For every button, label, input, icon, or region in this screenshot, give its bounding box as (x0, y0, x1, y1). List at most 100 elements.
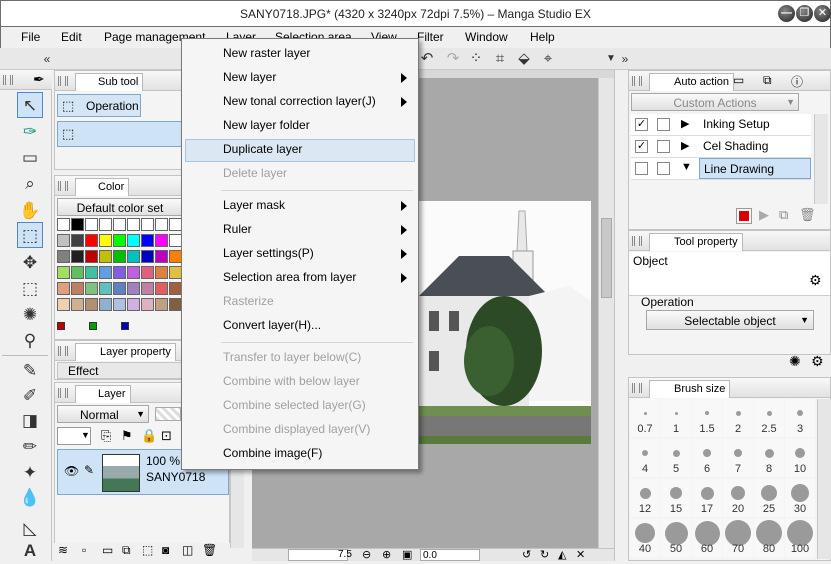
color-swatch[interactable] (141, 218, 154, 231)
action-dialog-checkbox[interactable] (657, 162, 670, 175)
menu-window[interactable]: Window (465, 30, 508, 44)
action-scrollbar[interactable] (814, 114, 828, 204)
color-swatch[interactable] (155, 218, 168, 231)
color-swatch[interactable] (155, 266, 168, 279)
fit-icon[interactable]: ▣ (402, 548, 412, 561)
pen-tool-icon[interactable]: ✑ (17, 119, 43, 145)
sparkle-tool-icon[interactable]: ✦ (17, 460, 43, 486)
ruler-icon[interactable]: ◫ (182, 543, 193, 557)
color-swatch[interactable] (127, 218, 140, 231)
color-swatch[interactable] (57, 282, 70, 295)
tab-tool-property[interactable]: Tool property (649, 233, 743, 251)
canvas-vertical-scrollbar[interactable] (598, 78, 614, 548)
pen-nib-icon[interactable]: ✎ (17, 358, 43, 384)
airbrush-icon[interactable]: ✐ (17, 383, 43, 409)
tab-subtool[interactable]: Sub tool (75, 73, 144, 91)
pen-tab-icon[interactable]: ✒ (33, 71, 45, 88)
color-swatch[interactable] (85, 234, 98, 247)
menu-item-layer-settings-p[interactable]: Layer settings(P) (223, 246, 314, 260)
color-swatch[interactable] (57, 298, 70, 311)
grip-icon[interactable] (58, 346, 68, 356)
menu-file[interactable]: File (21, 30, 40, 44)
tab-layer[interactable]: Layer (75, 385, 131, 403)
menu-item-selection-area-from-layer[interactable]: Selection area from layer (223, 270, 356, 284)
move-tool-icon[interactable]: ✥ (17, 250, 43, 276)
subtool-operation-button[interactable]: ⬚ Operation (57, 94, 141, 117)
color-swatch[interactable] (127, 298, 140, 311)
layer-tab-icon[interactable]: ▭ (733, 73, 744, 87)
object-tool-icon[interactable]: ⬚ (17, 222, 43, 248)
color-swatch[interactable] (127, 266, 140, 279)
color-swatch[interactable] (57, 266, 70, 279)
color-swatch[interactable] (71, 218, 84, 231)
menu-item-new-layer[interactable]: New layer (223, 70, 276, 84)
color-swatch[interactable] (155, 298, 168, 311)
zoom-tool-icon[interactable]: ⌕ (17, 171, 43, 197)
collapse-left-icon[interactable]: « (38, 50, 56, 68)
brush-scrollbar[interactable] (817, 399, 831, 559)
pen-edit-icon[interactable]: ✎ (84, 463, 94, 477)
new-action-icon[interactable]: ⧉ (779, 207, 788, 223)
text-tool-icon[interactable]: A (17, 538, 43, 564)
merge-icon[interactable]: ⬚ (142, 543, 153, 557)
color-swatch[interactable] (99, 218, 112, 231)
menu-help[interactable]: Help (530, 30, 555, 44)
color-swatch[interactable] (141, 250, 154, 263)
color-swatch[interactable] (57, 250, 70, 263)
color-swatch[interactable] (71, 250, 84, 263)
minimize-button[interactable]: — (778, 5, 795, 22)
action-row[interactable]: ▼ Line Drawing (631, 158, 811, 180)
action-row[interactable]: ✓ ▶ Cel Shading (631, 136, 811, 158)
recent-color-swatch[interactable] (89, 322, 97, 330)
grip-icon[interactable] (632, 236, 642, 246)
rotate-right-icon[interactable]: ↻ (540, 548, 549, 561)
hand-tool-icon[interactable]: ✋ (17, 198, 43, 224)
color-swatch[interactable] (85, 266, 98, 279)
action-set-select[interactable]: Custom Actions ▼ (631, 93, 799, 111)
collapsed-arrow-icon[interactable]: ▶ (681, 117, 689, 130)
zoom-out-icon[interactable]: ⊖ (362, 548, 371, 561)
new-raster-icon[interactable]: ▫ (82, 543, 86, 557)
opacity-slider[interactable] (155, 407, 181, 421)
color-set-selector[interactable]: Default color set (57, 198, 183, 216)
collapse-right-icon[interactable]: » (616, 50, 634, 68)
effect-row[interactable]: Effect (57, 362, 183, 379)
menu-item-new-layer-folder[interactable]: New layer folder (223, 118, 310, 132)
copy-layer-icon[interactable]: ⧉ (122, 543, 131, 558)
color-swatch[interactable] (99, 250, 112, 263)
grip-icon[interactable] (632, 383, 642, 393)
color-swatch[interactable] (141, 298, 154, 311)
delete-layer-icon[interactable]: 🗑 (202, 543, 217, 557)
color-swatch[interactable] (141, 234, 154, 247)
action-row[interactable]: ✓ ▶ Inking Setup (631, 114, 811, 136)
color-swatch[interactable] (85, 250, 98, 263)
lock-transparency-icon[interactable]: ⊡ (161, 428, 172, 444)
action-enable-checkbox[interactable]: ✓ (635, 140, 648, 153)
grip-icon[interactable] (3, 75, 13, 85)
menu-item-duplicate-layer[interactable]: Duplicate layer (223, 142, 302, 156)
navigator-tab-icon[interactable]: ⧉ (763, 73, 772, 88)
clear-selection-icon[interactable]: ⁘ (467, 50, 485, 68)
recent-color-swatch[interactable] (57, 322, 65, 330)
magic-wand-icon[interactable]: ✺ (17, 302, 43, 328)
eyedropper-icon[interactable]: ⚲ (17, 328, 43, 354)
color-swatch[interactable] (99, 298, 112, 311)
action-dialog-checkbox[interactable] (657, 140, 670, 153)
menu-item-combine-image-f[interactable]: Combine image(F) (223, 446, 322, 460)
grip-icon[interactable] (58, 76, 68, 86)
color-swatch[interactable] (141, 282, 154, 295)
color-swatch[interactable] (71, 234, 84, 247)
angle-field[interactable]: 0.0 (420, 549, 480, 561)
layer-menu-icon[interactable]: ≋ (58, 543, 68, 557)
color-swatch[interactable] (71, 282, 84, 295)
color-swatch[interactable] (57, 218, 70, 231)
delete-action-icon[interactable]: 🗑 (799, 207, 816, 223)
recent-color-swatch[interactable] (121, 322, 129, 330)
operation-tool-icon[interactable]: ↖ (17, 92, 43, 118)
flip-icon[interactable]: ◭ (558, 548, 566, 561)
crop-icon[interactable]: ⌖ (539, 50, 557, 68)
reference-icon[interactable]: ⚑ (121, 428, 133, 444)
info-tab-icon[interactable]: ⓘ (791, 73, 803, 90)
tab-color[interactable]: Color (75, 178, 130, 196)
grip-icon[interactable] (632, 76, 642, 86)
